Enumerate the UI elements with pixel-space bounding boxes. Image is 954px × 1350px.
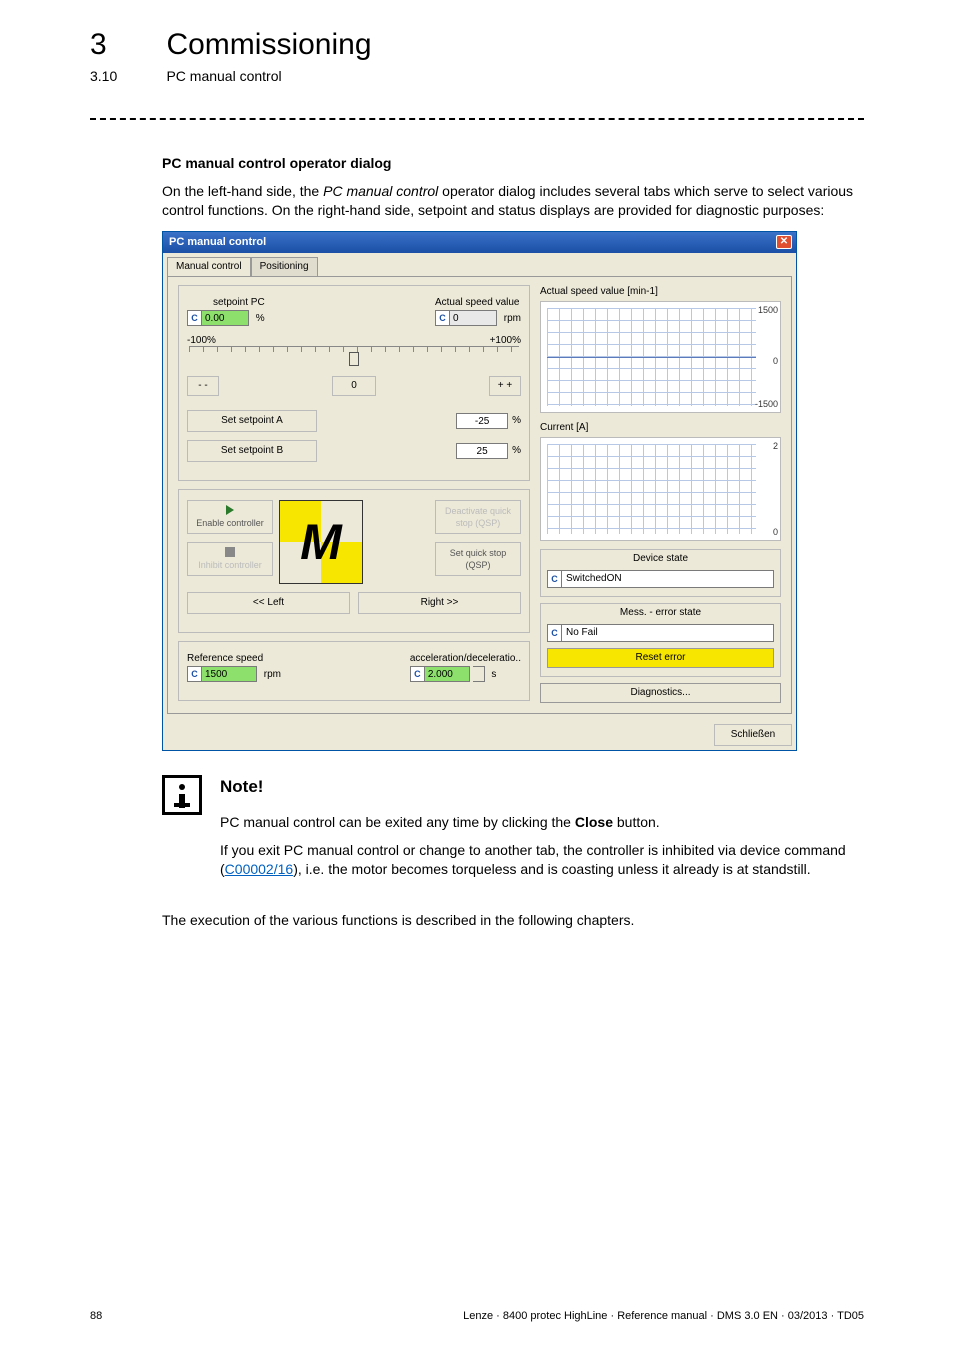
note-p1-a: PC manual control can be exited any time… xyxy=(220,814,575,830)
inhibit-controller-label: Inhibit controller xyxy=(198,559,262,572)
intro-paragraph: On the left-hand side, the PC manual con… xyxy=(162,182,864,221)
accel-label: acceleration/deceleratio.. xyxy=(410,652,521,666)
stop-icon xyxy=(225,547,235,557)
refspeed-label: Reference speed xyxy=(187,652,281,666)
error-state-field: C No Fail xyxy=(547,624,774,642)
intro-emph: PC manual control xyxy=(323,183,438,199)
accel-unit: s xyxy=(491,669,496,680)
device-state-box: Device state C SwitchedON xyxy=(540,549,781,597)
actual-speed-value xyxy=(450,311,496,325)
slider-thumb[interactable] xyxy=(349,352,359,366)
setpoint-pc-label: setpoint PC xyxy=(213,296,265,310)
setpoint-slider[interactable]: -100% +100% xyxy=(187,334,521,370)
actual-speed-label: Actual speed value xyxy=(435,296,521,310)
speed-y-mid: 0 xyxy=(773,355,778,368)
dialog-title: PC manual control xyxy=(169,235,266,250)
dialog-tabs: Manual controlPositioning xyxy=(163,253,796,276)
dialog-titlebar: PC manual control ✕ xyxy=(163,232,796,253)
tab-positioning[interactable]: Positioning xyxy=(251,257,318,276)
diagnostics-button[interactable]: Diagnostics... xyxy=(540,683,781,703)
device-state-value: SwitchedON xyxy=(562,572,773,586)
speed-chart-title: Actual speed value [min-1] xyxy=(540,285,781,299)
right-button[interactable]: Right >> xyxy=(358,592,521,614)
increment-fast-button[interactable]: + + xyxy=(489,376,521,396)
param-icon: C xyxy=(548,571,562,587)
current-chart: 2 0 xyxy=(540,437,781,541)
tab-manual-control[interactable]: Manual control xyxy=(167,257,251,276)
spinner-icon[interactable] xyxy=(473,666,485,682)
setpoint-b-unit: % xyxy=(512,444,521,458)
accel-input[interactable] xyxy=(425,667,469,681)
params-group: Reference speed C rpm acceleration/decel… xyxy=(178,641,530,701)
reset-error-button[interactable]: Reset error xyxy=(547,648,774,668)
speed-y-top: 1500 xyxy=(758,304,778,317)
enable-controller-button[interactable]: Enable controller xyxy=(187,500,273,534)
note-p2-b: ), i.e. the motor becomes torqueless and… xyxy=(293,861,810,877)
close-icon[interactable]: ✕ xyxy=(776,235,792,249)
error-state-caption: Mess. - error state xyxy=(547,606,774,620)
left-button[interactable]: << Left xyxy=(187,592,350,614)
note-p1-b: button. xyxy=(613,814,660,830)
current-chart-title: Current [A] xyxy=(540,421,781,435)
deactivate-qsp-button[interactable]: Deactivate quick stop (QSP) xyxy=(435,500,521,534)
section-title: PC manual control xyxy=(166,68,281,84)
setpoint-pc-input[interactable] xyxy=(202,311,248,325)
note-p1-bold: Close xyxy=(575,814,613,830)
device-state-caption: Device state xyxy=(547,552,774,566)
page-number: 88 xyxy=(90,1310,102,1322)
param-icon: C xyxy=(436,311,450,325)
after-note-paragraph: The execution of the various functions i… xyxy=(162,912,864,928)
setpoint-pc-field[interactable]: C xyxy=(187,310,249,326)
zero-button[interactable]: 0 xyxy=(332,376,376,396)
note-p2: If you exit PC manual control or change … xyxy=(220,841,864,880)
speed-chart: 1500 0 -1500 xyxy=(540,301,781,413)
setpoint-b-input[interactable] xyxy=(457,444,507,458)
section-number: 3.10 xyxy=(90,68,162,84)
pc-manual-control-dialog: PC manual control ✕ Manual controlPositi… xyxy=(162,231,797,751)
error-state-value: No Fail xyxy=(562,626,773,640)
set-qsp-label: Set quick stop (QSP) xyxy=(436,547,520,572)
footer-info: Lenze · 8400 protec HighLine · Reference… xyxy=(463,1310,864,1322)
setpoint-group: setpoint PC C % Actual speed value xyxy=(178,285,530,481)
chapter-number: 3 xyxy=(90,28,162,62)
chapter-title: Commissioning xyxy=(166,28,371,62)
deactivate-qsp-label: Deactivate quick stop (QSP) xyxy=(436,505,520,530)
right-column: Actual speed value [min-1] 1500 0 -1500 … xyxy=(540,285,781,703)
param-icon: C xyxy=(411,667,425,681)
actual-speed-unit: rpm xyxy=(504,313,521,324)
setpoint-pc-unit: % xyxy=(256,313,265,324)
intro-text-a: On the left-hand side, the xyxy=(162,183,323,199)
actual-speed-field: C xyxy=(435,310,497,326)
set-setpoint-b-button[interactable]: Set setpoint B xyxy=(187,440,317,462)
play-icon xyxy=(226,505,234,515)
note-link[interactable]: C00002/16 xyxy=(225,861,294,877)
inhibit-controller-button[interactable]: Inhibit controller xyxy=(187,542,273,576)
refspeed-unit: rpm xyxy=(264,669,281,680)
note-heading: Note! xyxy=(220,775,864,799)
info-icon xyxy=(162,775,202,815)
set-setpoint-a-button[interactable]: Set setpoint A xyxy=(187,410,317,432)
param-icon: C xyxy=(188,311,202,325)
setpoint-a-unit: % xyxy=(512,414,521,428)
motor-graphic: M xyxy=(279,500,363,584)
dialog-close-button[interactable]: Schließen xyxy=(714,724,792,746)
refspeed-input[interactable] xyxy=(202,667,256,681)
device-state-field: C SwitchedON xyxy=(547,570,774,588)
dialog-heading: PC manual control operator dialog xyxy=(162,154,864,174)
param-icon: C xyxy=(548,625,562,641)
param-icon: C xyxy=(188,667,202,681)
left-column: setpoint PC C % Actual speed value xyxy=(178,285,530,703)
divider xyxy=(90,118,864,120)
controller-group: Enable controller Inhibit controller M xyxy=(178,489,530,633)
speed-y-bot: -1500 xyxy=(755,398,778,411)
setpoint-a-input[interactable] xyxy=(457,414,507,428)
note-p1: PC manual control can be exited any time… xyxy=(220,813,864,833)
current-y-bot: 0 xyxy=(773,526,778,539)
error-state-box: Mess. - error state C No Fail Reset erro… xyxy=(540,603,781,677)
set-qsp-button[interactable]: Set quick stop (QSP) xyxy=(435,542,521,576)
current-y-top: 2 xyxy=(773,440,778,453)
decrement-fast-button[interactable]: - - xyxy=(187,376,219,396)
enable-controller-label: Enable controller xyxy=(196,517,264,530)
